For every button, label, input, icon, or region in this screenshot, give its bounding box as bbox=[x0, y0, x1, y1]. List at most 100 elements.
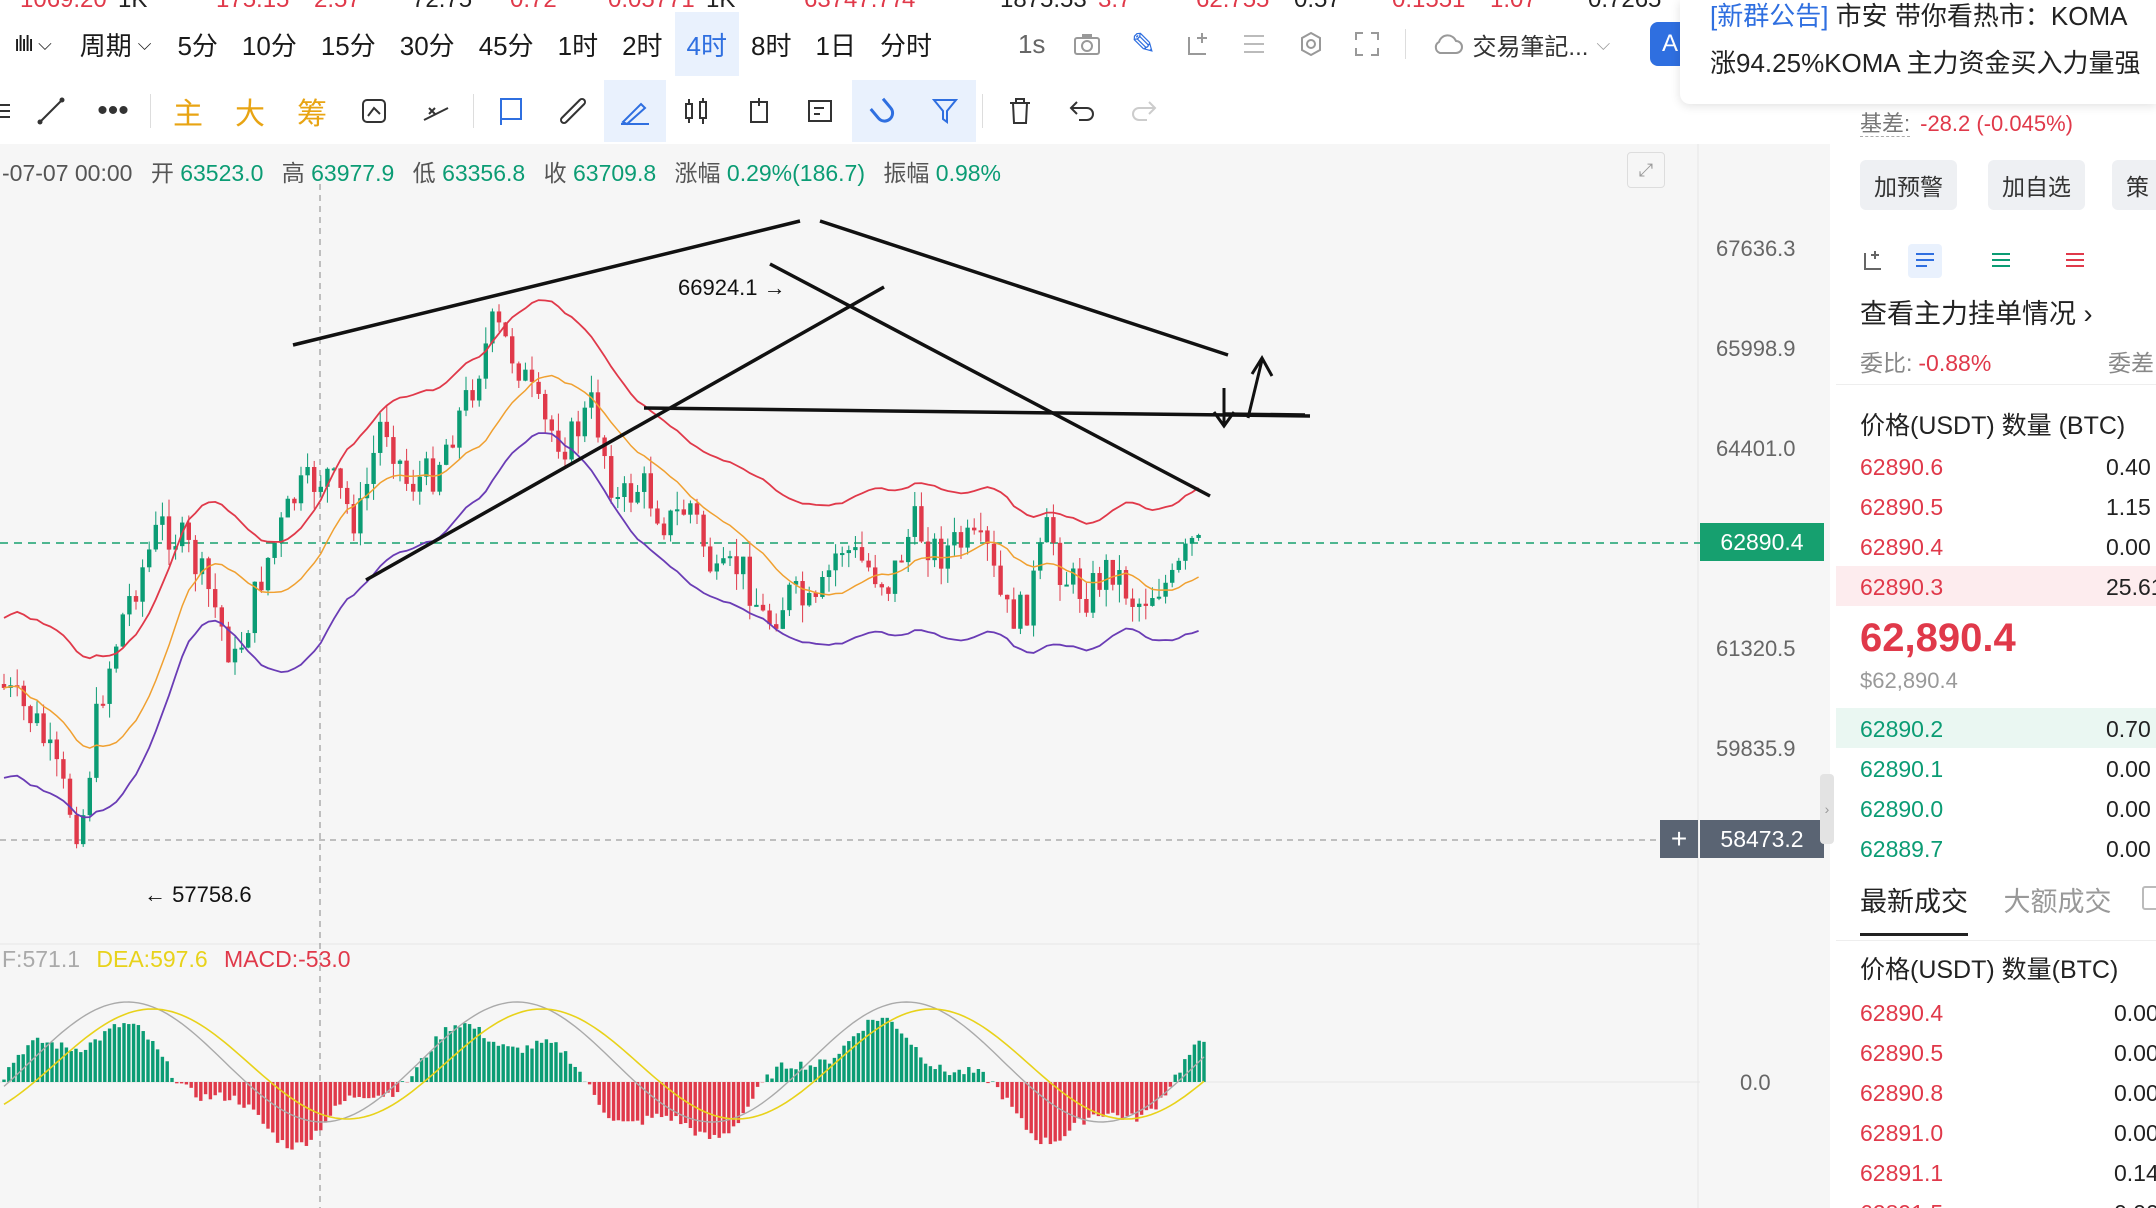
timeframe-tab[interactable]: 1时 bbox=[546, 12, 610, 76]
ruler-icon[interactable] bbox=[542, 80, 604, 142]
macd-histogram-bar bbox=[59, 1042, 64, 1082]
macd-histogram-bar bbox=[117, 1027, 121, 1082]
divider bbox=[982, 94, 983, 128]
candle-body bbox=[536, 381, 541, 394]
macd-histogram-bar bbox=[1202, 1041, 1206, 1082]
candle-body bbox=[107, 668, 112, 704]
refresh-indicator-icon[interactable] bbox=[343, 80, 405, 142]
measure-icon[interactable] bbox=[405, 80, 467, 142]
orderbook-both-icon[interactable] bbox=[1908, 244, 1942, 278]
timeframe-tab[interactable]: 30分 bbox=[388, 12, 467, 76]
drawing-grid-icon[interactable] bbox=[0, 80, 20, 142]
macd-histogram-bar bbox=[410, 1076, 414, 1082]
ask-row[interactable]: 62890.4 0.00 bbox=[1836, 526, 2156, 566]
divider bbox=[473, 94, 474, 128]
filter-icon[interactable] bbox=[914, 80, 976, 142]
candle-body bbox=[754, 604, 759, 607]
undo-icon[interactable] bbox=[1051, 80, 1113, 142]
tick-1s-button[interactable]: 1s bbox=[1004, 12, 1059, 76]
brush-icon[interactable] bbox=[604, 80, 666, 142]
add-watchlist-button[interactable]: 加自选 bbox=[1988, 160, 2085, 210]
orderbook-asks-icon[interactable] bbox=[2058, 244, 2092, 278]
strategy-button[interactable]: 策 bbox=[2112, 160, 2156, 210]
ticker-item: 62.755 bbox=[1196, 0, 1269, 10]
candle-body bbox=[1150, 598, 1155, 606]
collapse-panel-handle[interactable]: › bbox=[1820, 774, 1834, 844]
timeframe-tab[interactable]: 5分 bbox=[165, 12, 229, 76]
filter-checkbox[interactable] bbox=[2142, 886, 2156, 910]
candlestick-chart[interactable]: 66924.1 → ← 57758.6 bbox=[0, 144, 1830, 1208]
ask-row[interactable]: 62890.3 25.61 bbox=[1836, 566, 2156, 606]
expand-icon[interactable]: ⤢ bbox=[1627, 152, 1665, 188]
large-order-button[interactable]: 大 bbox=[219, 80, 281, 142]
timeframe-tab[interactable]: 分时 bbox=[868, 12, 944, 76]
macd-histogram-bar bbox=[919, 1057, 923, 1082]
candle-body bbox=[463, 390, 469, 411]
view-main-orders-link[interactable]: 查看主力挂单情况 › bbox=[1860, 292, 2093, 331]
close-value: 63709.8 bbox=[572, 160, 657, 186]
candle-body bbox=[919, 506, 924, 542]
journal-dropdown[interactable]: 交易筆記... ⌵ bbox=[1416, 27, 1626, 62]
chip-distribution-label: 筹 bbox=[297, 98, 327, 131]
chart-area[interactable]: 66924.1 → ← 57758.6 -07-07 00:00 开 63523.… bbox=[0, 144, 1834, 1208]
main-indicator-button[interactable]: 主 bbox=[157, 80, 219, 142]
timeframe-tab[interactable]: 8时 bbox=[739, 12, 803, 76]
candle-body bbox=[232, 648, 238, 663]
macd-histogram-bar bbox=[856, 1033, 861, 1082]
fullscreen-icon[interactable] bbox=[1339, 12, 1395, 76]
timeframe-tab[interactable]: 15分 bbox=[309, 12, 388, 76]
trade-row: 62890.8 0.00 bbox=[1836, 1072, 2156, 1112]
group-announcement[interactable]: [新群公告] 市安 带你看热市：KOMA 涨94.25%KOMA 主力资金买入力… bbox=[1680, 0, 2156, 104]
magnet-icon[interactable] bbox=[852, 80, 914, 142]
period-dropdown[interactable]: 周期 ⌵ bbox=[66, 12, 166, 76]
ask-row[interactable]: 62890.5 1.15 bbox=[1836, 486, 2156, 526]
timeframe-tab[interactable]: 45分 bbox=[467, 12, 546, 76]
timeframe-tab[interactable]: 1日 bbox=[803, 12, 867, 76]
bid-row[interactable]: 62890.1 0.00 bbox=[1836, 748, 2156, 788]
candle-body bbox=[371, 452, 376, 484]
candle-pattern-icon[interactable] bbox=[666, 80, 728, 142]
candle-body bbox=[694, 503, 700, 515]
macd-histogram-bar bbox=[175, 1082, 179, 1084]
trendline-icon[interactable] bbox=[20, 80, 82, 142]
bid-row[interactable]: 62889.7 0.00 bbox=[1836, 828, 2156, 868]
timeframe-tab[interactable]: 4时 bbox=[674, 12, 740, 76]
timeframe-tab[interactable]: 2时 bbox=[610, 12, 674, 76]
timeframe-tab[interactable]: 10分 bbox=[230, 12, 309, 76]
tab-large-trades[interactable]: 大额成交 bbox=[2004, 887, 2112, 917]
ask-row[interactable]: 62890.6 0.40 bbox=[1836, 446, 2156, 486]
chart-type-dropdown[interactable]: ılılı ⌵ bbox=[0, 12, 66, 76]
crosshair-add-icon[interactable]: + bbox=[1660, 820, 1698, 858]
tab-latest-trades[interactable]: 最新成交 bbox=[1860, 880, 1968, 936]
current-price-tag: 62890.4 bbox=[1700, 523, 1824, 561]
camera-icon[interactable] bbox=[1059, 12, 1115, 76]
tick-1s-label: 1s bbox=[1017, 28, 1046, 59]
macd-histogram-bar bbox=[227, 1082, 232, 1101]
macd-histogram-bar bbox=[232, 1082, 237, 1096]
candle-body bbox=[470, 390, 475, 401]
macd-histogram-bar bbox=[995, 1082, 1000, 1088]
bid-row[interactable]: 62890.2 0.70 bbox=[1836, 708, 2156, 748]
gear-icon[interactable] bbox=[1283, 12, 1339, 76]
orderbook-layout-icon[interactable] bbox=[1856, 244, 1890, 278]
bid-row[interactable]: 62890.0 0.00 bbox=[1836, 788, 2156, 828]
add-chart-icon[interactable] bbox=[1171, 12, 1227, 76]
down-arrow-drawing bbox=[1212, 388, 1236, 429]
candle-body bbox=[741, 556, 746, 575]
note-icon[interactable] bbox=[790, 80, 852, 142]
orderbook-bids-icon[interactable] bbox=[1984, 244, 2018, 278]
macd-histogram-bar bbox=[784, 1068, 789, 1082]
add-alert-button[interactable]: 加预警 bbox=[1860, 160, 1957, 210]
trash-icon[interactable] bbox=[989, 80, 1051, 142]
more-tools-icon[interactable]: ••• bbox=[82, 80, 144, 142]
candle-body bbox=[133, 596, 139, 602]
redo-icon[interactable] bbox=[1113, 80, 1175, 142]
list-settings-icon[interactable] bbox=[1227, 12, 1283, 76]
flag-icon[interactable] bbox=[480, 80, 542, 142]
cloud-icon bbox=[1435, 34, 1464, 54]
position-icon[interactable] bbox=[728, 80, 790, 142]
pencil-icon[interactable]: ✎ bbox=[1115, 12, 1171, 76]
last-price-usd: $62,890.4 bbox=[1860, 668, 1958, 693]
ticker-item: 0.05771 bbox=[608, 0, 695, 10]
chip-distribution-button[interactable]: 筹 bbox=[281, 80, 343, 142]
